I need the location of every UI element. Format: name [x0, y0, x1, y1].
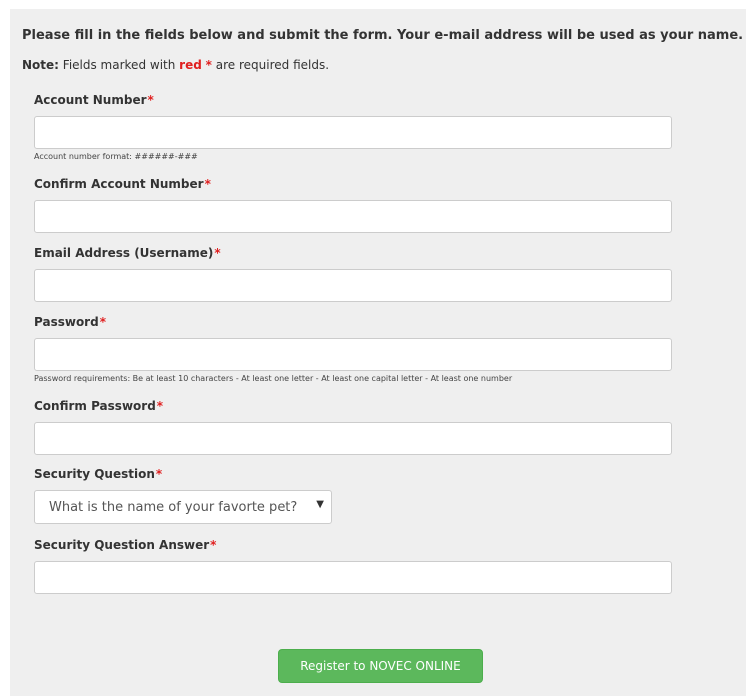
required-note: Note: Fields marked with red * are requi… — [22, 58, 329, 72]
note-asterisk: * — [205, 58, 212, 72]
required-marker: * — [156, 399, 164, 413]
account-number-label-text: Account Number — [34, 93, 147, 107]
security-question-selected: What is the name of your favorte pet? — [49, 499, 298, 515]
security-answer-label: Security Question Answer* — [34, 538, 216, 552]
security-question-label-text: Security Question — [34, 467, 155, 481]
chevron-down-icon: ▼ — [316, 499, 324, 510]
required-marker: * — [204, 177, 211, 191]
register-button[interactable]: Register to NOVEC ONLINE — [278, 649, 483, 683]
email-input[interactable] — [34, 269, 672, 302]
email-label: Email Address (Username)* — [34, 246, 221, 260]
email-label-text: Email Address (Username) — [34, 246, 214, 260]
required-marker: * — [210, 538, 217, 552]
confirm-account-number-label: Confirm Account Number* — [34, 177, 211, 191]
confirm-account-number-label-text: Confirm Account Number — [34, 177, 204, 191]
required-marker: * — [214, 246, 221, 260]
account-number-input[interactable] — [34, 116, 672, 149]
account-number-help: Account number format: ######-### — [34, 152, 198, 161]
account-number-label: Account Number* — [34, 93, 154, 107]
note-red-word: red — [179, 58, 202, 72]
required-marker: * — [99, 315, 106, 329]
security-answer-label-text: Security Question Answer — [34, 538, 210, 552]
note-text-2: are required fields. — [215, 58, 330, 72]
password-input[interactable] — [34, 338, 672, 371]
required-marker: * — [147, 93, 154, 107]
password-help: Password requirements: Be at least 10 ch… — [34, 374, 513, 383]
confirm-password-label: Confirm Password* — [34, 399, 163, 413]
password-label: Password* — [34, 315, 106, 329]
security-question-label: Security Question* — [34, 467, 162, 481]
security-question-select[interactable]: What is the name of your favorte pet? ▼ — [34, 490, 332, 524]
confirm-password-label-text: Confirm Password — [34, 399, 156, 413]
password-label-text: Password — [34, 315, 99, 329]
note-prefix: Note: — [22, 58, 59, 72]
note-text-1: Fields marked with — [62, 58, 176, 72]
confirm-password-input[interactable] — [34, 422, 672, 455]
form-instructions: Please fill in the fields below and subm… — [22, 28, 744, 43]
required-marker: * — [155, 467, 163, 481]
security-answer-input[interactable] — [34, 561, 672, 594]
confirm-account-number-input[interactable] — [34, 200, 672, 233]
